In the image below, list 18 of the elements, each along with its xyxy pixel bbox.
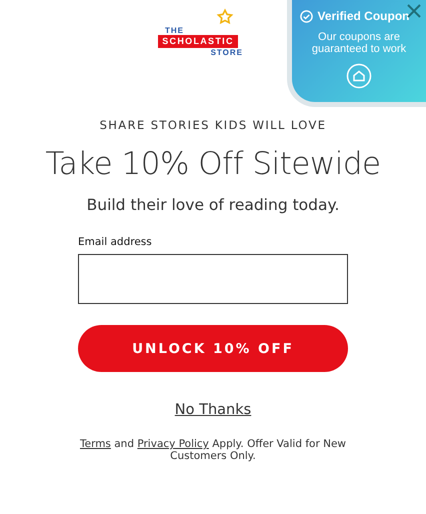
privacy-policy-link[interactable]: Privacy Policy — [137, 438, 209, 450]
terms-link[interactable]: Terms — [80, 438, 111, 450]
no-thanks-link[interactable]: No Thanks — [174, 402, 252, 418]
eyebrow-text: SHARE STORIES KIDS WILL LOVE — [100, 118, 326, 132]
house-icon — [346, 63, 372, 89]
headline: Take 10% Off Sitewide — [45, 146, 381, 182]
email-field[interactable] — [78, 254, 348, 304]
unlock-button[interactable]: UNLOCK 10% OFF — [78, 325, 348, 372]
coupon-text: Our coupons are guaranteed to work — [310, 31, 408, 55]
email-label: Email address — [78, 236, 153, 248]
logo-text: STORE — [210, 48, 243, 58]
subtitle: Build their love of reading today. — [86, 196, 340, 214]
star-icon — [216, 7, 234, 25]
coupon-title: Verified Coupon — [317, 9, 410, 23]
logo-text: THE — [165, 26, 184, 35]
logo-text: SCHOLASTIC — [158, 35, 238, 48]
terms-text: Terms and Privacy Policy Apply. Offer Valid for New Customers Only. — [78, 438, 347, 462]
check-circle-icon — [300, 10, 314, 22]
